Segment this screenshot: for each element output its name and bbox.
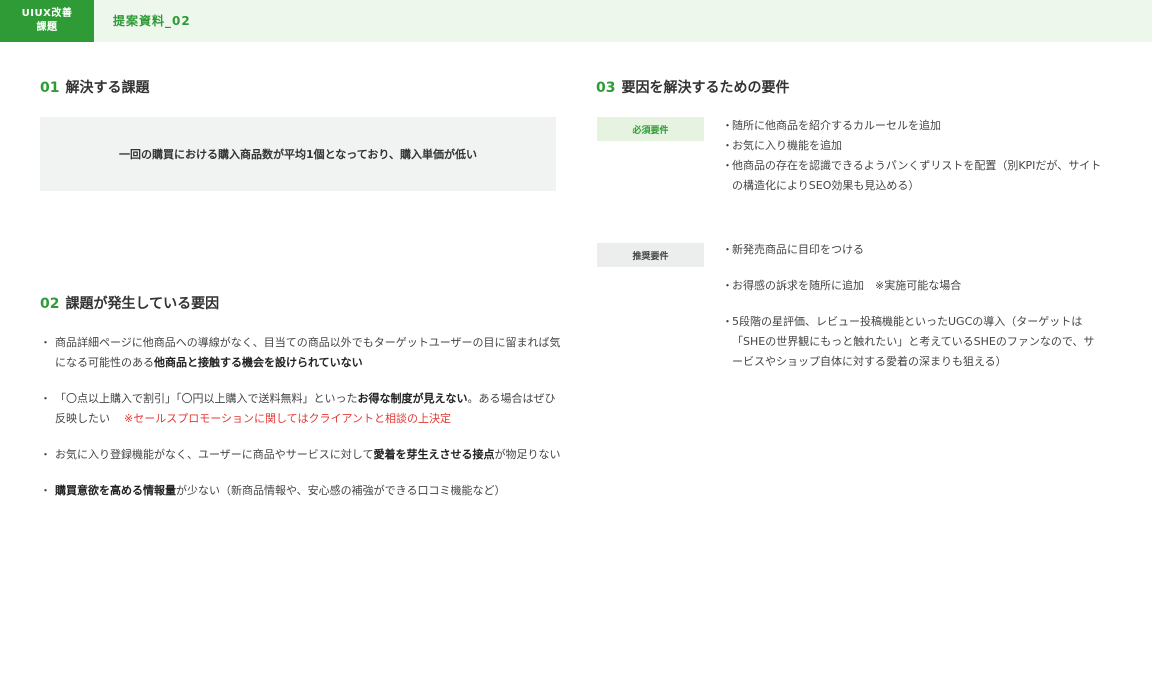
section-title: 要因を解決するための要件 [621, 80, 790, 96]
page-title: 提案資料_02 [113, 14, 191, 28]
cause-text: が物足りない [494, 448, 561, 461]
recommended-requirements-tag: 推奨要件 [597, 243, 704, 267]
cause-text: が少ない（新商品情報や、安心感の補強ができる口コミ機能など） [176, 484, 506, 497]
section-issue-heading: 01 解決する課題 [40, 77, 149, 97]
section-requirements-heading: 03 要因を解決するための要件 [596, 77, 789, 97]
requirement-item: 新発売商品に目印をつける [722, 240, 1102, 260]
header-bar: UIUX改善 課題 提案資料_02 [0, 0, 1152, 42]
cause-note: ※セールスプロモーションに関してはクライアントと相談の上決定 [124, 412, 452, 425]
section-number: 01 [40, 80, 60, 96]
cause-text: お気に入り登録機能がなく、ユーザーに商品やサービスに対して [55, 448, 374, 461]
cause-item: お気に入り登録機能がなく、ユーザーに商品やサービスに対して愛着を芽生えさせる接点… [40, 445, 562, 465]
cause-emphasis: 愛着を芽生えさせる接点 [373, 448, 495, 461]
cause-emphasis: 他商品と接触する機会を設けられていない [154, 356, 363, 369]
recommended-requirements-list: 新発売商品に目印をつける お得感の訴求を随所に追加 ※実施可能な場合 5段階の星… [722, 240, 1102, 388]
requirement-item: お気に入り機能を追加 [722, 136, 1102, 156]
must-requirements-tag: 必須要件 [597, 117, 704, 141]
must-requirements-list: 随所に他商品を紹介するカルーセルを追加 お気に入り機能を追加 他商品の存在を認識… [722, 116, 1102, 196]
section-title: 課題が発生している要因 [65, 296, 220, 312]
section-causes-heading: 02 課題が発生している要因 [40, 293, 219, 313]
requirement-item: 随所に他商品を紹介するカルーセルを追加 [722, 116, 1102, 136]
requirement-item: 他商品の存在を認識できるようパンくずリストを配置（別KPIだが、サイトの構造化に… [722, 156, 1102, 196]
cause-emphasis: 購買意欲を高める情報量 [55, 484, 176, 497]
cause-item: 「〇点以上購入で割引」「〇円以上購入で送料無料」といったお得な制度が見えない。あ… [40, 389, 562, 429]
issue-text: 一回の購買における購入商品数が平均1個となっており、購入単価が低い [118, 148, 477, 161]
section-number: 02 [40, 296, 60, 312]
badge-line1: UIUX改善 [21, 8, 73, 19]
requirement-item: 5段階の星評価、レビュー投稿機能といったUGCの導入（ターゲットは「SHEの世界… [722, 312, 1102, 372]
section-number: 03 [596, 80, 616, 96]
cause-item: 購買意欲を高める情報量が少ない（新商品情報や、安心感の補強ができる口コミ機能など… [40, 481, 562, 501]
cause-item: 商品詳細ページに他商品への導線がなく、目当ての商品以外でもターゲットユーザーの目… [40, 333, 562, 373]
issue-box: 一回の購買における購入商品数が平均1個となっており、購入単価が低い [40, 117, 556, 191]
requirement-item: お得感の訴求を随所に追加 ※実施可能な場合 [722, 276, 1102, 296]
cause-list: 商品詳細ページに他商品への導線がなく、目当ての商品以外でもターゲットユーザーの目… [40, 333, 562, 517]
badge-line2: 課題 [36, 22, 58, 33]
cause-text: 「〇点以上購入で割引」「〇円以上購入で送料無料」といった [55, 392, 358, 405]
cause-emphasis: お得な制度が見えない [357, 392, 468, 405]
section-title: 解決する課題 [65, 80, 150, 96]
category-badge: UIUX改善 課題 [0, 0, 94, 42]
